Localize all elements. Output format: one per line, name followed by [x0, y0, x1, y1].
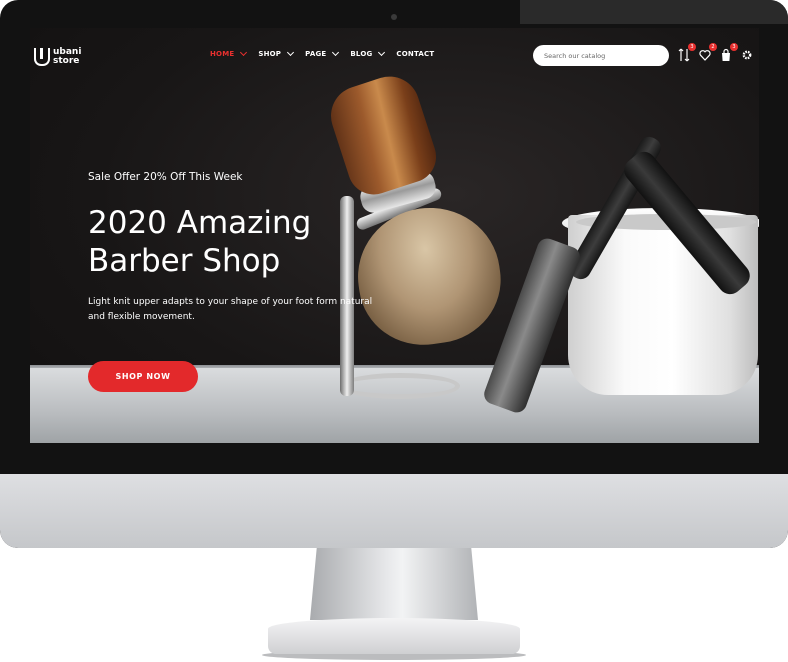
wishlist-heart-icon[interactable]: 2	[699, 43, 717, 62]
compare-badge: 3	[688, 43, 696, 51]
search-input[interactable]	[542, 50, 656, 61]
monitor-stand-neck	[310, 548, 478, 620]
nav-home-label: HOME	[210, 50, 235, 58]
cart-bag-icon[interactable]: 3	[720, 43, 738, 62]
logo[interactable]: ubani store	[34, 44, 81, 70]
nav-contact[interactable]: CONTACT	[396, 50, 434, 58]
nav-shop[interactable]: SHOP	[258, 48, 295, 58]
compare-icon[interactable]: 3	[678, 43, 696, 62]
cart-badge: 3	[730, 43, 738, 51]
chevron-down-icon	[240, 48, 248, 57]
logo-text: ubani store	[53, 48, 81, 66]
nav-blog-label: BLOG	[350, 50, 373, 58]
compare-icon-glyph	[678, 48, 690, 62]
logo-line2: store	[53, 56, 80, 66]
monitor-glare	[520, 0, 788, 24]
main-nav: HOME SHOP PAGE BLOG CONTACT	[210, 48, 446, 58]
hero-description: Light knit upper adapts to your shape of…	[88, 297, 373, 322]
monitor-stand-base	[268, 618, 520, 654]
chevron-down-icon	[332, 48, 340, 57]
webcam	[391, 14, 397, 20]
site-header: ubani store HOME SHOP PAGE BLOG CONTACT …	[30, 28, 759, 86]
logo-mark-icon	[34, 48, 50, 66]
heart-icon	[699, 50, 711, 61]
gear-icon	[742, 50, 752, 60]
nav-page-label: PAGE	[305, 50, 327, 58]
shopping-bag-icon	[722, 48, 730, 61]
website-screen: ubani store HOME SHOP PAGE BLOG CONTACT …	[30, 28, 759, 443]
chevron-down-icon	[287, 48, 295, 57]
hero-title: 2020 Amazing Barber Shop	[88, 204, 348, 280]
hero-title-line2: Barber Shop	[88, 243, 281, 279]
chevron-down-icon	[378, 48, 386, 57]
nav-contact-label: CONTACT	[396, 50, 435, 58]
nav-blog[interactable]: BLOG	[350, 48, 386, 58]
hero-title-line1: 2020 Amazing	[88, 205, 312, 241]
search-box	[533, 45, 669, 66]
header-icons: 3 2 3	[678, 43, 753, 62]
nav-page[interactable]: PAGE	[305, 48, 340, 58]
nav-shop-label: SHOP	[258, 50, 282, 58]
monitor-chin	[0, 474, 788, 548]
shop-now-button[interactable]: SHOP NOW	[88, 361, 198, 392]
settings-gear-icon[interactable]	[741, 48, 753, 62]
nav-home[interactable]: HOME	[210, 48, 248, 58]
brush-stand-foot	[340, 373, 460, 399]
wishlist-badge: 2	[709, 43, 717, 51]
hero-subtitle: Sale Offer 20% Off This Week	[88, 171, 243, 183]
